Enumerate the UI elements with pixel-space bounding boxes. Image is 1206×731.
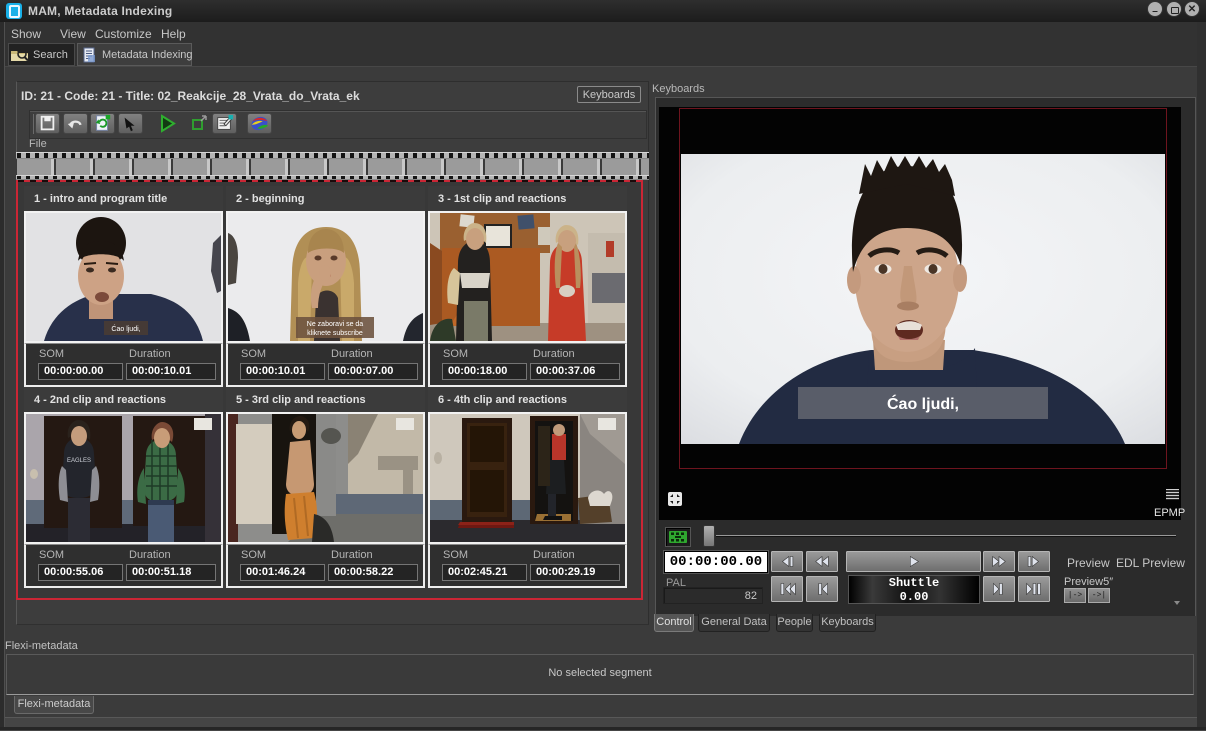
- svg-text:kliknete subscribe: kliknete subscribe: [307, 330, 363, 337]
- svg-text:Ćao ljudi,: Ćao ljudi,: [111, 324, 140, 333]
- svg-text:Ćao ljudi,: Ćao ljudi,: [887, 394, 959, 413]
- svg-text:Ne zaboravi se da: Ne zaboravi se da: [307, 321, 364, 328]
- svg-text:EAGLES: EAGLES: [67, 458, 91, 464]
